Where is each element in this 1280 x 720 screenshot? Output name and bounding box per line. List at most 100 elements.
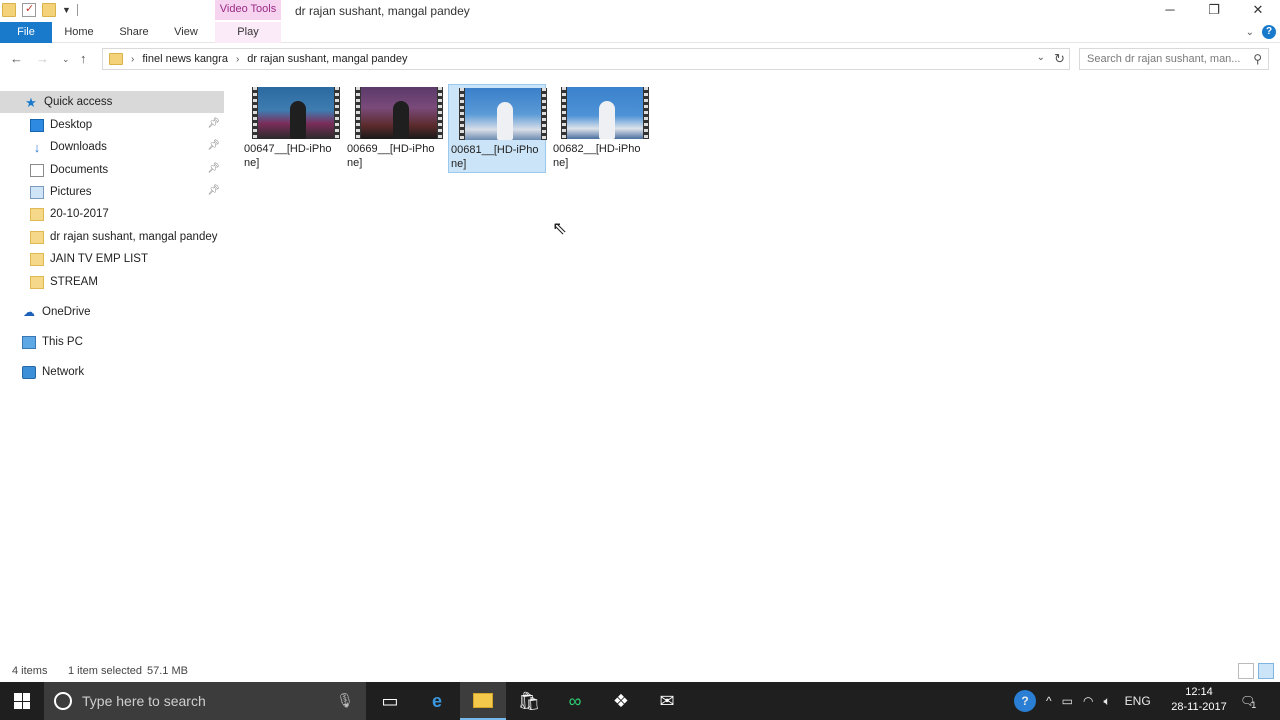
- tab-share[interactable]: Share: [110, 22, 158, 43]
- taskbar-search[interactable]: Type here to search 🎙︎: [44, 682, 366, 720]
- details-view-button[interactable]: [1238, 663, 1254, 679]
- nav-item-folder[interactable]: JAIN TV EMP LIST: [0, 248, 224, 270]
- pin-icon: 📌︎: [207, 163, 220, 174]
- nav-onedrive[interactable]: ☁ OneDrive: [0, 301, 224, 323]
- forward-arrow-icon[interactable]: →: [36, 51, 49, 66]
- video-thumbnail: [252, 87, 340, 139]
- file-item[interactable]: 00647__[HD-iPhone]: [242, 84, 340, 173]
- breadcrumb-chevron-icon[interactable]: ›: [236, 54, 239, 65]
- nav-label: 20-10-2017: [50, 208, 109, 220]
- selection-size: 57.1 MB: [147, 665, 188, 677]
- up-arrow-icon[interactable]: ↑: [80, 51, 87, 66]
- help-icon[interactable]: ?: [1262, 25, 1276, 39]
- address-dropdown-icon[interactable]: ⌄: [1037, 52, 1045, 63]
- item-count: 4 items: [12, 665, 48, 677]
- search-input[interactable]: Search dr rajan sushant, man... ⚲: [1079, 48, 1269, 70]
- nav-item-folder[interactable]: STREAM: [0, 271, 224, 293]
- refresh-icon[interactable]: ↻: [1054, 51, 1065, 67]
- selection-count: 1 item selected: [68, 665, 142, 677]
- pictures-icon: [30, 185, 44, 199]
- documents-icon: [30, 163, 44, 177]
- taskbar: Type here to search 🎙︎ ▭ e 🛍︎ ∞ ❖ ✉ ? ^ …: [0, 682, 1280, 720]
- star-icon: ★: [25, 94, 37, 110]
- close-button[interactable]: ✕: [1236, 0, 1280, 22]
- tab-view[interactable]: View: [164, 22, 208, 43]
- customize-qat-chevron-icon[interactable]: ▼: [62, 5, 71, 15]
- large-icons-view-button[interactable]: [1258, 663, 1274, 679]
- nav-item-desktop[interactable]: Desktop 📌︎: [0, 114, 224, 136]
- back-arrow-icon[interactable]: ←: [10, 51, 23, 66]
- video-tools-context-tab: Video Tools: [215, 0, 281, 20]
- file-name: 00682__[HD-iPhone]: [553, 143, 641, 169]
- folder-icon: [30, 230, 44, 244]
- thumbnail-image: [567, 87, 643, 139]
- thumbnail-subject: [290, 101, 306, 139]
- search-placeholder: Search dr rajan sushant, man...: [1087, 53, 1241, 65]
- nav-label: Desktop: [50, 119, 93, 131]
- infinity-icon[interactable]: ∞: [552, 682, 598, 720]
- taskbar-search-placeholder: Type here to search: [82, 693, 206, 709]
- thumbnail-subject: [497, 102, 513, 140]
- nav-item-folder[interactable]: 20-10-2017: [0, 203, 224, 225]
- address-bar[interactable]: › finel news kangra › dr rajan sushant, …: [102, 48, 1070, 70]
- cloud-icon: ☁: [23, 304, 35, 319]
- action-center-button[interactable]: 🗨︎ 1: [1240, 682, 1256, 720]
- pin-icon: 📌︎: [207, 140, 220, 151]
- breadcrumb-finel-news-kangra[interactable]: finel news kangra: [142, 53, 228, 65]
- computer-icon: [22, 335, 36, 349]
- pin-icon: 📌︎: [207, 185, 220, 196]
- ribbon-tabs: File Home Share View Play ⌄ ?: [0, 22, 1280, 43]
- nav-item-folder[interactable]: dr rajan sushant, mangal pandey: [0, 226, 224, 248]
- nav-label: dr rajan sushant, mangal pandey: [50, 231, 218, 243]
- clock-date: 28-11-2017: [1171, 701, 1227, 713]
- search-icon: ⚲: [1253, 52, 1262, 66]
- nav-item-documents[interactable]: Documents 📌︎: [0, 159, 224, 181]
- volume-icon[interactable]: 🔈︎: [1103, 694, 1110, 709]
- file-explorer-icon[interactable]: [460, 682, 506, 720]
- nav-label: This PC: [42, 336, 83, 348]
- nav-label: JAIN TV EMP LIST: [50, 253, 148, 265]
- breadcrumb-current-folder[interactable]: dr rajan sushant, mangal pandey: [247, 53, 407, 65]
- mail-icon[interactable]: ✉: [644, 682, 690, 720]
- tab-file[interactable]: File: [0, 22, 52, 43]
- clock[interactable]: 12:14 28-11-2017: [1168, 685, 1230, 715]
- file-item[interactable]: 00669__[HD-iPhone]: [345, 84, 443, 173]
- video-thumbnail: [459, 88, 547, 140]
- battery-icon[interactable]: ▭: [1062, 694, 1073, 708]
- edge-icon[interactable]: e: [414, 682, 460, 720]
- breadcrumb-chevron-icon[interactable]: ›: [131, 54, 134, 65]
- nav-quick-access[interactable]: ★ Quick access: [0, 91, 224, 113]
- nav-label: OneDrive: [42, 306, 91, 318]
- properties-icon[interactable]: [22, 2, 36, 17]
- recent-locations-chevron-icon[interactable]: ⌄: [62, 54, 70, 65]
- file-item-selected[interactable]: 00681__[HD-iPhone]: [448, 84, 547, 173]
- folder-icon: [30, 252, 44, 266]
- notification-count: 1: [1251, 700, 1257, 710]
- microphone-icon[interactable]: 🎙︎: [336, 692, 354, 709]
- window-title: dr rajan sushant, mangal pandey: [295, 4, 470, 18]
- nav-this-pc[interactable]: This PC: [0, 331, 224, 353]
- task-view-icon[interactable]: ▭: [367, 682, 413, 720]
- nav-item-pictures[interactable]: Pictures 📌︎: [0, 181, 224, 203]
- minimize-button[interactable]: ─: [1148, 0, 1192, 22]
- new-folder-icon[interactable]: [42, 3, 56, 17]
- tab-home[interactable]: Home: [56, 22, 102, 43]
- language-indicator[interactable]: ENG: [1125, 694, 1151, 708]
- nav-label: Network: [42, 366, 85, 378]
- help-tray-icon[interactable]: ?: [1014, 690, 1036, 712]
- restore-button[interactable]: ❐: [1192, 0, 1236, 22]
- wifi-icon[interactable]: ◠: [1083, 694, 1093, 708]
- chevron-down-icon[interactable]: ⌄: [1246, 27, 1254, 38]
- dropbox-icon[interactable]: ❖: [598, 682, 644, 720]
- nav-label: Documents: [50, 164, 109, 176]
- nav-label: Downloads: [50, 141, 107, 153]
- show-hidden-icons-chevron-icon[interactable]: ^: [1046, 694, 1052, 708]
- nav-item-downloads[interactable]: ↓ Downloads 📌︎: [0, 136, 224, 158]
- start-button[interactable]: [0, 682, 44, 720]
- pin-icon: 📌︎: [207, 118, 220, 129]
- store-icon[interactable]: 🛍︎: [506, 682, 552, 720]
- tab-play[interactable]: Play: [224, 22, 272, 43]
- nav-network[interactable]: Network: [0, 361, 224, 383]
- qat-divider: [76, 4, 78, 16]
- file-item[interactable]: 00682__[HD-iPhone]: [551, 84, 649, 173]
